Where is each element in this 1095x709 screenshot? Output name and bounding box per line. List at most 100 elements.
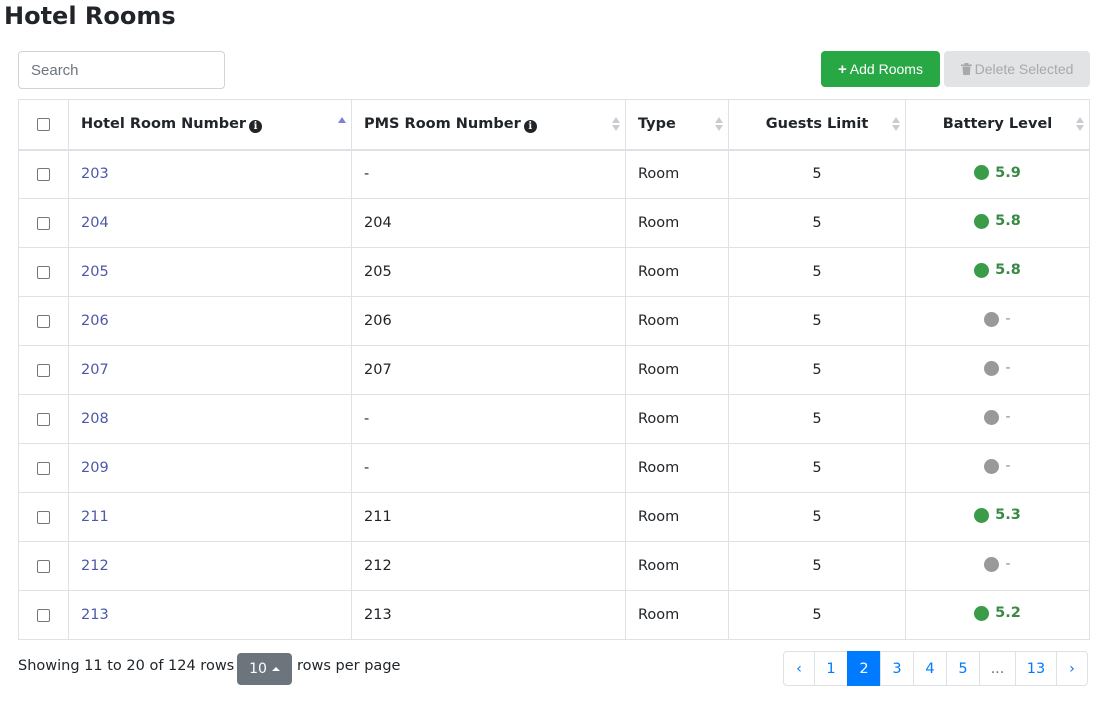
pagination-page-5[interactable]: 5 xyxy=(946,651,980,686)
room-link[interactable]: 206 xyxy=(81,313,109,329)
header-guests-limit[interactable]: Guests Limit xyxy=(728,99,906,151)
room-link[interactable]: 211 xyxy=(81,509,109,525)
pms-room-number-cell: - xyxy=(351,443,626,493)
row-checkbox[interactable] xyxy=(37,608,50,622)
caret-up-icon xyxy=(271,667,280,671)
hotel-room-number-cell: 211 xyxy=(68,492,352,542)
pagination-page-2[interactable]: 2 xyxy=(847,651,881,686)
row-checkbox[interactable] xyxy=(37,363,50,377)
table-row[interactable]: 213 213 Room 5 5.2 xyxy=(18,590,1090,640)
room-link[interactable]: 212 xyxy=(81,558,109,574)
battery-indicator: 5.8 xyxy=(974,262,1021,278)
battery-indicator: 5.3 xyxy=(974,507,1021,523)
room-link[interactable]: 204 xyxy=(81,215,109,231)
table-row[interactable]: 206 206 Room 5- xyxy=(18,296,1090,346)
room-link[interactable]: 203 xyxy=(81,166,109,182)
page-size-dropdown[interactable]: 10 xyxy=(237,653,292,685)
hotel-room-number-cell: 213 xyxy=(68,590,352,640)
header-pms-room-number[interactable]: PMS Room Number i xyxy=(351,99,626,151)
row-select-cell xyxy=(18,541,69,591)
room-link[interactable]: 205 xyxy=(81,264,109,280)
pagination-page-4[interactable]: 4 xyxy=(913,651,947,686)
delete-selected-label: Delete Selected xyxy=(974,61,1074,77)
battery-indicator: - xyxy=(984,311,1011,328)
battery-level-cell: - xyxy=(905,541,1090,591)
header-hotel-room-number[interactable]: Hotel Room Number i xyxy=(68,99,352,151)
battery-indicator: 5.2 xyxy=(974,605,1021,621)
guests-limit-cell: 5 xyxy=(728,541,906,591)
row-select-cell xyxy=(18,345,69,395)
battery-level-cell: - xyxy=(905,345,1090,395)
pagination-info: Showing 11 to 20 of 124 rows xyxy=(18,658,235,674)
battery-value: 5.8 xyxy=(995,213,1021,230)
table-body: 203- Room 5 5.9 204 204 Room 5 5.8 205 205 Room 5 5.8… xyxy=(18,149,1090,640)
row-checkbox[interactable] xyxy=(37,510,50,524)
sort-icon xyxy=(338,116,346,132)
trash-icon xyxy=(960,63,972,75)
battery-value: 5.2 xyxy=(995,605,1021,622)
header-type[interactable]: Type xyxy=(625,99,729,151)
table-row[interactable]: 207 207 Room 5- xyxy=(18,345,1090,395)
table-row[interactable]: 211 211 Room 5 5.3 xyxy=(18,492,1090,542)
info-icon: i xyxy=(523,119,537,133)
battery-value: - xyxy=(1005,458,1011,475)
status-dot-icon xyxy=(984,311,1000,327)
row-checkbox[interactable] xyxy=(37,461,50,475)
delete-selected-button[interactable]: Delete Selected xyxy=(944,51,1090,87)
row-checkbox[interactable] xyxy=(37,314,50,328)
battery-level-cell: 5.3 xyxy=(905,492,1090,542)
pms-room-number-cell: 212 xyxy=(351,541,626,591)
room-link[interactable]: 209 xyxy=(81,460,109,476)
battery-level-cell: - xyxy=(905,394,1090,444)
add-rooms-button[interactable]: + Add Rooms xyxy=(821,51,940,87)
row-checkbox[interactable] xyxy=(37,216,50,230)
row-checkbox[interactable] xyxy=(37,265,50,279)
table-header-row: Hotel Room Number i PMS Room Number i Type… xyxy=(18,99,1090,151)
guests-limit-cell: 5 xyxy=(728,247,906,297)
table-row[interactable]: 203 - Room 5 5.9 xyxy=(18,149,1090,199)
hotel-room-number-cell: 208 xyxy=(68,394,352,444)
room-link[interactable]: 213 xyxy=(81,607,109,623)
page-title: Hotel Rooms xyxy=(4,2,176,30)
guests-limit-cell: 5 xyxy=(728,198,906,248)
row-select-cell xyxy=(18,394,69,444)
hotel-room-number-cell: 205 xyxy=(68,247,352,297)
type-cell: Room xyxy=(625,296,729,346)
room-link[interactable]: 208 xyxy=(81,411,109,427)
pagination-page-13[interactable]: 13 xyxy=(1015,651,1057,686)
table-row[interactable]: 204 204 Room 5 5.8 xyxy=(18,198,1090,248)
pagination-page-1[interactable]: 1 xyxy=(814,651,848,686)
row-checkbox[interactable] xyxy=(37,167,50,181)
pagination-page-3[interactable]: 3 xyxy=(880,651,914,686)
pms-room-number-cell: 206 xyxy=(351,296,626,346)
battery-level-cell: - xyxy=(905,443,1090,493)
table-row[interactable]: 209- Room 5- xyxy=(18,443,1090,493)
pms-room-number-cell: 213 xyxy=(351,590,626,640)
battery-level-cell: - xyxy=(905,296,1090,346)
type-cell: Room xyxy=(625,247,729,297)
guests-limit-cell: 5 xyxy=(728,492,906,542)
row-select-cell xyxy=(18,247,69,297)
table-row[interactable]: 205 205 Room 5 5.8 xyxy=(18,247,1090,297)
row-select-cell xyxy=(18,198,69,248)
battery-value: - xyxy=(1005,311,1011,328)
pms-room-number-cell: 204 xyxy=(351,198,626,248)
pagination-prev-button[interactable]: ‹ xyxy=(783,651,815,686)
table-row[interactable]: 212 212 Room 5- xyxy=(18,541,1090,591)
rooms-table: Hotel Room Number i PMS Room Number i Type… xyxy=(18,99,1090,640)
battery-value: 5.9 xyxy=(995,164,1021,181)
row-checkbox[interactable] xyxy=(37,412,50,426)
header-guests-limit-label: Guests Limit xyxy=(765,116,869,133)
status-dot-icon xyxy=(984,360,1000,376)
status-dot-icon xyxy=(984,556,1000,572)
hotel-room-number-cell: 209 xyxy=(68,443,352,493)
row-checkbox[interactable] xyxy=(37,559,50,573)
row-select-cell xyxy=(18,296,69,346)
status-dot-icon xyxy=(974,262,990,278)
room-link[interactable]: 207 xyxy=(81,362,109,378)
table-row[interactable]: 208- Room 5- xyxy=(18,394,1090,444)
pagination-next-button[interactable]: › xyxy=(1056,651,1088,686)
search-input[interactable] xyxy=(18,51,225,89)
select-all-checkbox[interactable] xyxy=(37,117,50,131)
header-battery-level[interactable]: Battery Level xyxy=(905,99,1090,151)
